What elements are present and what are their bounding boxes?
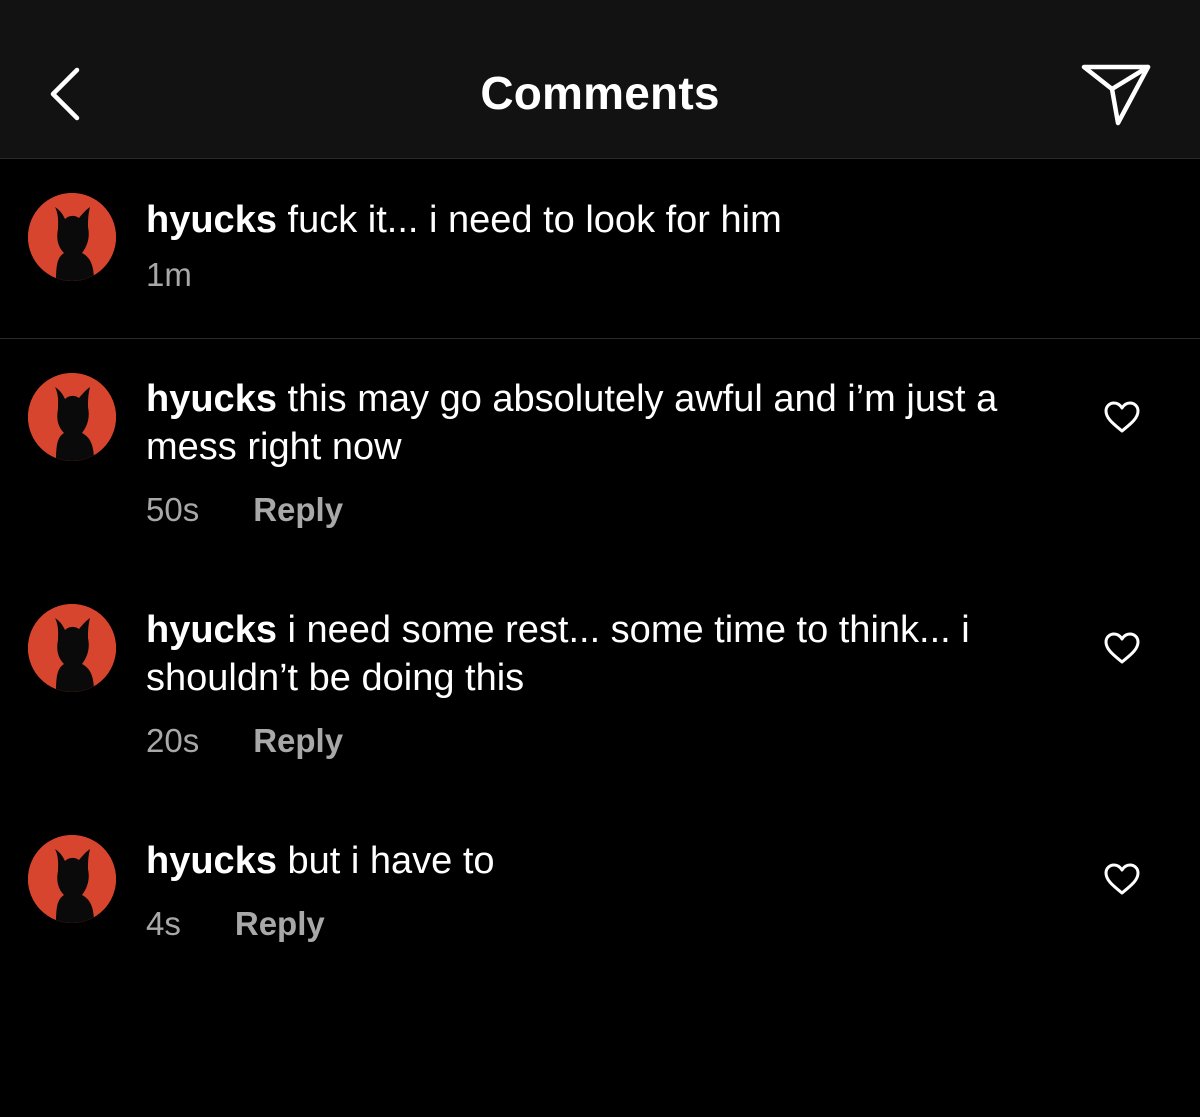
username-link[interactable]: hyucks — [146, 840, 277, 882]
heart-icon — [1104, 863, 1140, 895]
avatar[interactable] — [28, 193, 116, 281]
header-bar: Comments — [0, 0, 1200, 159]
comment-item: hyucks this may go absolutely awful and … — [0, 339, 1200, 569]
comment-item: hyucks but i have to 4s Reply — [0, 801, 1200, 981]
paper-plane-icon — [1081, 64, 1151, 126]
caption-meta: 1m — [146, 256, 192, 294]
timestamp: 4s — [146, 905, 181, 942]
username-link[interactable]: hyucks — [146, 199, 277, 241]
page-title: Comments — [480, 67, 720, 119]
reply-button[interactable]: Reply — [235, 905, 325, 943]
comment-item: hyucks i need some rest... some time to … — [0, 570, 1200, 800]
like-button[interactable] — [1100, 397, 1144, 437]
caption-body: fuck it... i need to look for him — [287, 199, 782, 241]
username-link[interactable]: hyucks — [146, 378, 277, 420]
comment-meta: 20s Reply — [146, 722, 343, 760]
comment-meta: 50s Reply — [146, 491, 343, 529]
avatar[interactable] — [28, 604, 116, 692]
comment-text: hyucks but i have to — [146, 837, 1046, 885]
timestamp: 1m — [146, 256, 192, 293]
timestamp: 50s — [146, 491, 200, 528]
heart-icon — [1104, 632, 1140, 664]
reply-button[interactable]: Reply — [253, 722, 343, 760]
comment-body: but i have to — [287, 840, 495, 882]
username-link[interactable]: hyucks — [146, 609, 277, 651]
like-button[interactable] — [1100, 859, 1144, 899]
like-button[interactable] — [1100, 628, 1144, 668]
caption-text: hyucks fuck it... i need to look for him — [146, 196, 1046, 244]
timestamp: 20s — [146, 722, 200, 759]
comment-text: hyucks this may go absolutely awful and … — [146, 375, 1046, 471]
caption-row: hyucks fuck it... i need to look for him… — [0, 159, 1200, 339]
share-button[interactable] — [1078, 58, 1154, 130]
comment-meta: 4s Reply — [146, 905, 325, 943]
reply-button[interactable]: Reply — [253, 491, 343, 529]
heart-icon — [1104, 401, 1140, 433]
avatar[interactable] — [28, 373, 116, 461]
avatar[interactable] — [28, 835, 116, 923]
comment-text: hyucks i need some rest... some time to … — [146, 606, 1046, 702]
